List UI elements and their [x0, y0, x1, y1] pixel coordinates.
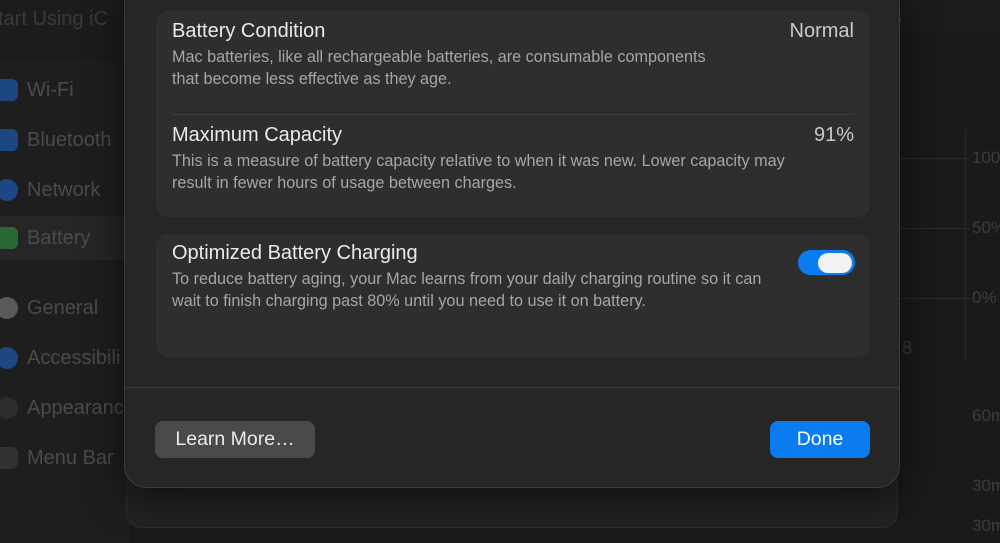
chart-axis-label: 50%	[972, 218, 1000, 237]
battery-condition-description: Mac batteries, like all rechargeable bat…	[172, 48, 706, 88]
toggle-knob	[818, 252, 852, 273]
learn-more-button[interactable]: Learn More…	[155, 421, 315, 458]
chart-axis-label: 30m	[972, 516, 1000, 535]
chart-gridline	[900, 298, 970, 299]
optimized-charging-title: Optimized Battery Charging	[172, 242, 418, 264]
battery-health-sheet: Battery Condition Normal Mac batteries, …	[124, 0, 900, 488]
sidebar-item-label: Menu Bar	[27, 446, 114, 469]
background-window-title: tart Using iC	[0, 8, 109, 30]
chart-axis-line	[965, 130, 966, 360]
wifi-icon	[0, 79, 18, 101]
sidebar-item-label: Bluetooth	[27, 128, 112, 151]
done-button[interactable]: Done	[770, 421, 870, 458]
sidebar-item-network[interactable]: Network	[0, 168, 140, 212]
chart-gridline	[900, 158, 970, 159]
appearance-icon	[0, 397, 18, 419]
sidebar-item-label: General	[27, 296, 99, 319]
sidebar-item-wifi[interactable]: Wi-Fi	[0, 68, 140, 112]
background-sidebar: Wi-Fi Bluetooth Network Battery General …	[0, 60, 140, 543]
sidebar-item-bluetooth[interactable]: Bluetooth	[0, 118, 140, 162]
sidebar-item-label: Appearanc	[27, 396, 124, 419]
footer-divider	[125, 387, 899, 388]
globe-icon	[0, 179, 18, 201]
optimized-charging-toggle[interactable]	[798, 250, 855, 275]
chart-axis-label: 30m	[972, 476, 1000, 495]
sidebar-item-label: Battery	[27, 226, 91, 249]
sidebar-item-general[interactable]: General	[0, 286, 140, 330]
battery-condition-title: Battery Condition	[172, 20, 326, 42]
gear-icon	[0, 297, 18, 319]
chart-axis-label: 100	[972, 148, 1000, 167]
sidebar-item-label: Wi-Fi	[27, 78, 74, 101]
maximum-capacity-title: Maximum Capacity	[172, 124, 343, 146]
sidebar-item-battery[interactable]: Battery	[0, 216, 140, 260]
sidebar-item-accessibility[interactable]: Accessibili	[0, 336, 140, 380]
row-divider	[172, 114, 854, 115]
battery-condition-value: Normal	[789, 20, 854, 42]
chart-gridline	[900, 228, 970, 229]
background-chart-value: 8	[902, 338, 913, 358]
maximum-capacity-value: 91%	[813, 124, 854, 146]
battery-icon	[0, 227, 18, 249]
optimized-charging-group: Optimized Battery Charging To reduce bat…	[156, 234, 870, 357]
menubar-icon	[0, 447, 18, 469]
sidebar-item-appearance[interactable]: Appearanc	[0, 386, 140, 430]
chart-axis-label: 0%	[972, 288, 997, 307]
accessibility-icon	[0, 347, 18, 369]
optimized-charging-description: To reduce battery aging, your Mac learns…	[172, 270, 762, 310]
screen: Wi-Fi Bluetooth Network Battery General …	[0, 0, 1000, 543]
sidebar-item-label: Accessibili	[27, 346, 121, 369]
sidebar-item-menu-bar[interactable]: Menu Bar	[0, 436, 140, 480]
maximum-capacity-description: This is a measure of battery capacity re…	[172, 152, 785, 192]
sidebar-item-label: Network	[27, 178, 101, 201]
chart-axis-label: 60m	[972, 406, 1000, 425]
bluetooth-icon	[0, 129, 18, 151]
battery-health-group: Battery Condition Normal Mac batteries, …	[156, 11, 870, 217]
